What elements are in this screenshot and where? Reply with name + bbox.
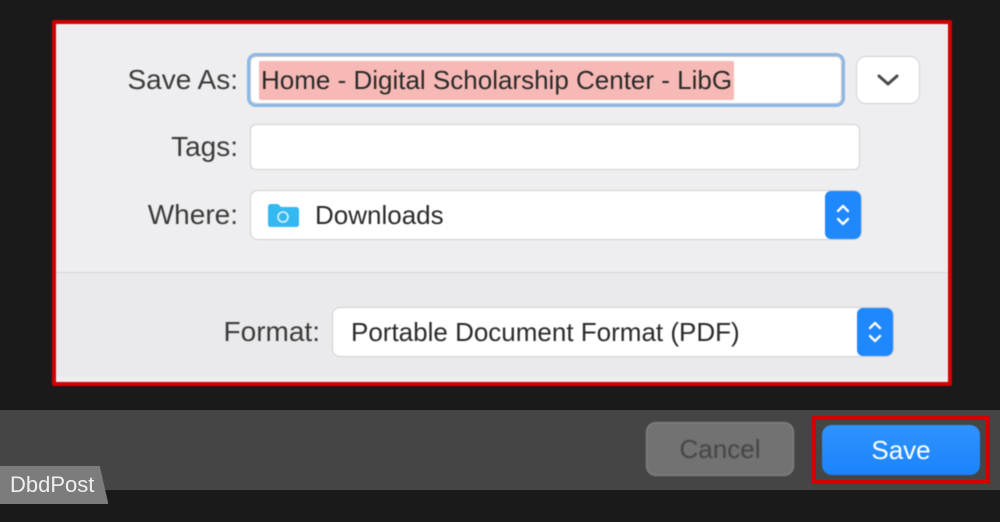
save-as-row: Save As: Home - Digital Scholarship Cent… bbox=[84, 56, 920, 104]
format-select[interactable]: Portable Document Format (PDF) bbox=[332, 307, 894, 357]
cancel-button[interactable]: Cancel bbox=[646, 422, 794, 476]
save-as-input[interactable]: Home - Digital Scholarship Center - LibG bbox=[250, 56, 842, 104]
tags-input[interactable] bbox=[250, 124, 860, 170]
where-label: Where: bbox=[84, 199, 250, 231]
tags-label: Tags: bbox=[84, 131, 250, 163]
where-row: Where: Downloads bbox=[84, 190, 920, 240]
save-as-label: Save As: bbox=[84, 64, 250, 96]
save-as-value: Home - Digital Scholarship Center - LibG bbox=[259, 61, 734, 100]
watermark: DbdPost bbox=[0, 466, 108, 504]
save-button-highlight: Save bbox=[812, 416, 990, 484]
cancel-label: Cancel bbox=[680, 434, 761, 465]
dialog-bottom-section: Format: Portable Document Format (PDF) bbox=[56, 273, 948, 377]
format-row: Format: Portable Document Format (PDF) bbox=[84, 307, 920, 357]
where-value: Downloads bbox=[315, 200, 825, 231]
format-dropdown-arrows[interactable] bbox=[857, 308, 893, 356]
dialog-buttons-bar: Cancel Save bbox=[0, 410, 1000, 490]
tags-row: Tags: bbox=[84, 124, 920, 170]
chevron-down-icon bbox=[877, 73, 899, 87]
save-dialog-panel: Save As: Home - Digital Scholarship Cent… bbox=[52, 20, 952, 386]
chevron-down-icon bbox=[836, 217, 850, 226]
save-label: Save bbox=[871, 435, 930, 466]
folder-icon bbox=[265, 200, 301, 230]
chevron-down-icon bbox=[868, 334, 882, 343]
save-button[interactable]: Save bbox=[822, 425, 980, 475]
format-label: Format: bbox=[84, 316, 332, 348]
where-select[interactable]: Downloads bbox=[250, 190, 862, 240]
dialog-top-section: Save As: Home - Digital Scholarship Cent… bbox=[56, 24, 948, 266]
format-value: Portable Document Format (PDF) bbox=[351, 317, 857, 348]
chevron-up-icon bbox=[868, 321, 882, 330]
chevron-up-icon bbox=[836, 204, 850, 213]
expand-button[interactable] bbox=[856, 56, 920, 104]
where-dropdown-arrows[interactable] bbox=[825, 191, 861, 239]
